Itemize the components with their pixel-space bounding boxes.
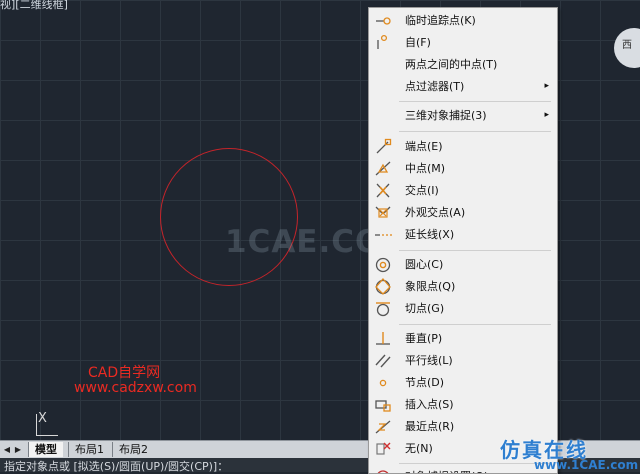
menu-item-from[interactable]: 自(F)	[369, 32, 557, 53]
command-prompt: 指定对象点或 [拟选(S)/圆面(UP)/圆交(CP)]：	[4, 460, 229, 472]
parallel-icon	[375, 354, 391, 368]
menu-item-apparent-intersection[interactable]: 外观交点(A)	[369, 202, 557, 223]
apparent-intersection-icon	[375, 206, 391, 218]
drawn-circle[interactable]	[160, 148, 298, 286]
ucs-x-axis-icon	[36, 435, 58, 436]
menu-item-midpoint-between[interactable]: 两点之间的中点(T)	[369, 54, 557, 75]
tangent-icon	[376, 302, 390, 317]
menu-item-intersection[interactable]: 交点(I)	[369, 180, 557, 201]
tab-next-button[interactable]: ▶	[13, 444, 23, 455]
menu-item-parallel[interactable]: 平行线(L)	[369, 350, 557, 371]
submenu-arrow-icon: ▸	[544, 81, 549, 91]
view-label[interactable]: 视][二维线框]	[0, 0, 68, 12]
quadrant-icon	[375, 278, 391, 295]
brand-name: CAD自学网	[88, 365, 161, 381]
object-snap-context-menu: 临时追踪点(K) 自(F) 两点之间的中点(T) 点过滤器(T) ▸ 三维对象捕…	[368, 7, 558, 474]
menu-item-osnap-settings[interactable]: 对象捕捉设置(O)...	[369, 466, 557, 473]
menu-item-point-filters[interactable]: 点过滤器(T) ▸	[369, 76, 557, 97]
menu-item-endpoint[interactable]: 端点(E)	[369, 136, 557, 157]
menu-separator	[399, 463, 551, 464]
site-url: www.1CAE.com	[534, 458, 639, 472]
menu-separator	[399, 250, 551, 251]
insertion-icon	[375, 400, 391, 412]
menu-separator	[399, 101, 551, 102]
intersection-icon	[376, 183, 390, 198]
tab-layout1[interactable]: 布局1	[68, 442, 110, 457]
menu-item-extension[interactable]: 延长线(X)	[369, 224, 557, 245]
menu-item-midpoint[interactable]: 中点(M)	[369, 158, 557, 179]
midpoint-icon	[375, 161, 391, 176]
ucs-x-label: X	[38, 411, 47, 426]
temporary-track-icon	[376, 17, 391, 25]
menu-item-insertion[interactable]: 插入点(S)	[369, 394, 557, 415]
osnap-settings-icon	[377, 470, 389, 473]
menu-item-3d-osnap[interactable]: 三维对象捕捉(3) ▸	[369, 105, 557, 126]
menu-item-quadrant[interactable]: 象限点(Q)	[369, 276, 557, 297]
brand-url: www.cadzxw.com	[74, 380, 197, 396]
node-icon	[379, 379, 387, 387]
tab-layout2[interactable]: 布局2	[112, 442, 154, 457]
extension-icon	[375, 234, 392, 236]
center-icon	[375, 257, 391, 273]
nearest-icon	[375, 420, 391, 434]
from-icon	[377, 34, 388, 49]
ucs-y-axis-icon	[36, 414, 37, 436]
menu-item-node[interactable]: 节点(D)	[369, 372, 557, 393]
none-icon	[376, 442, 391, 455]
viewcube-label[interactable]: 西	[622, 36, 632, 51]
menu-item-center[interactable]: 圆心(C)	[369, 254, 557, 275]
tab-model[interactable]: 模型	[28, 442, 63, 457]
menu-separator	[399, 131, 551, 132]
menu-separator	[399, 324, 551, 325]
menu-item-tangent[interactable]: 切点(G)	[369, 298, 557, 319]
endpoint-icon	[376, 138, 392, 154]
menu-item-temporary-track[interactable]: 临时追踪点(K)	[369, 10, 557, 31]
perpendicular-icon	[376, 332, 390, 345]
submenu-arrow-icon: ▸	[544, 110, 549, 120]
tab-prev-button[interactable]: ◀	[2, 444, 12, 455]
menu-item-perpendicular[interactable]: 垂直(P)	[369, 328, 557, 349]
